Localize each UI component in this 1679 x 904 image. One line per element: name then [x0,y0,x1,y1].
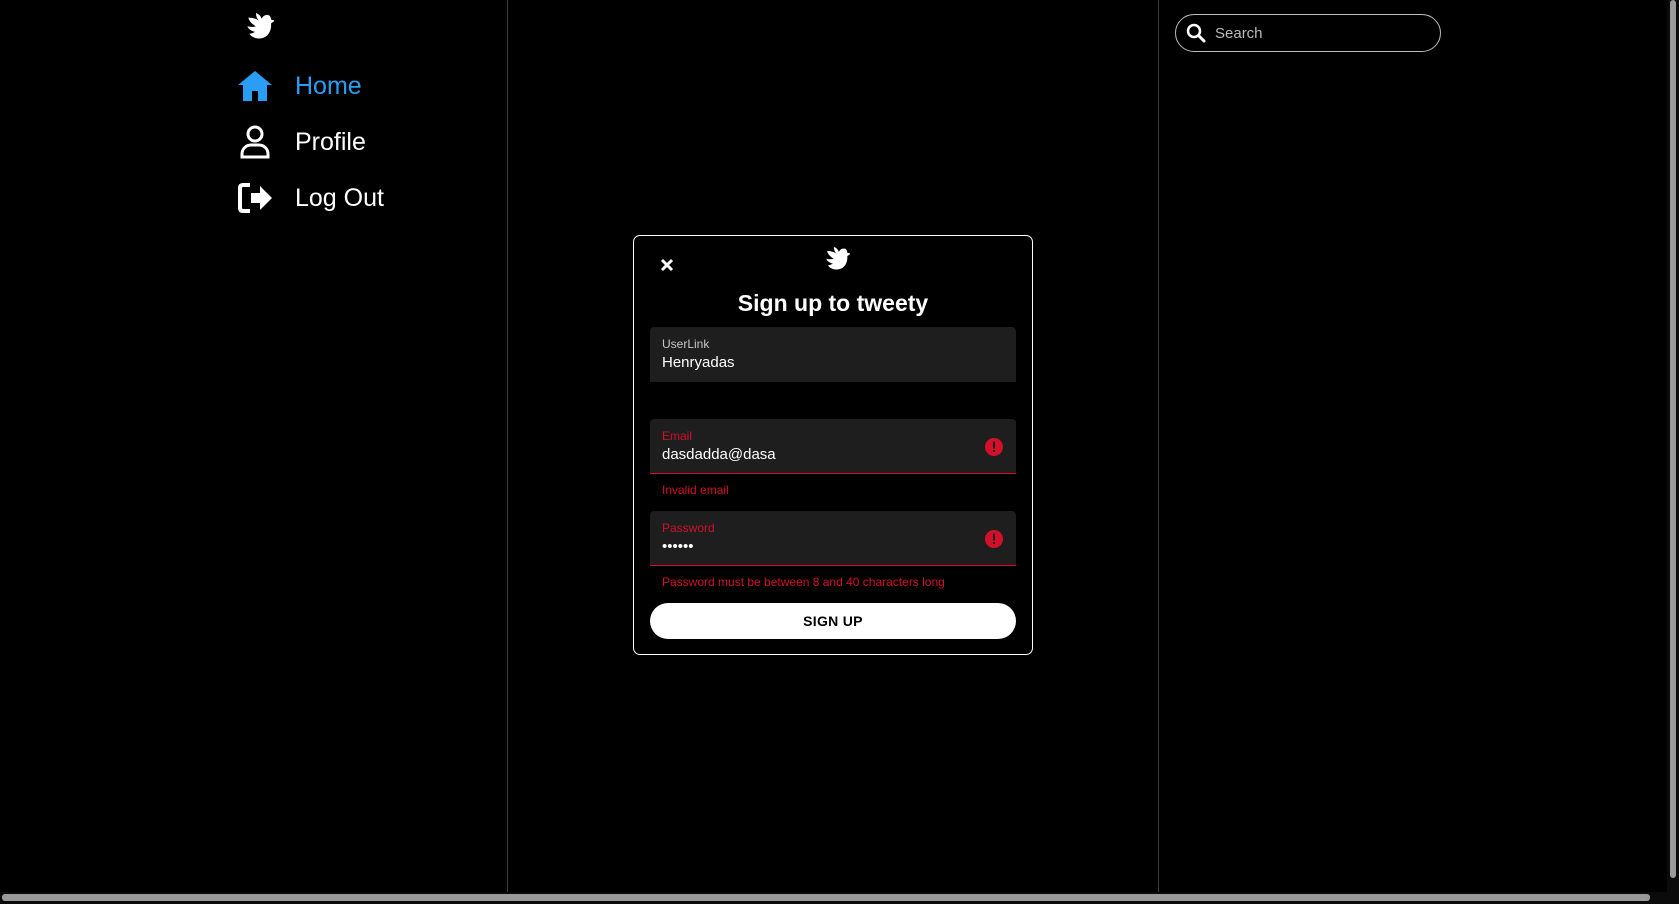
logout-icon [236,180,274,216]
signup-button[interactable]: SIGN UP [650,603,1016,639]
email-label: Email [662,429,693,443]
password-field[interactable]: Password [650,511,1016,566]
search-icon [1186,23,1206,43]
email-input[interactable] [662,446,962,463]
column-divider [507,0,508,892]
dove-icon [816,246,851,278]
sidebar: Home Profile Log Out [0,0,507,892]
app-page: Home Profile Log Out Search Sign up to t… [0,0,1679,904]
error-icon [985,438,1003,456]
vertical-scrollbar-thumb[interactable] [1670,0,1676,878]
password-label: Password [662,521,715,535]
email-field[interactable]: Email [650,419,1016,474]
horizontal-scrollbar-thumb[interactable] [2,894,1650,901]
home-icon [236,68,274,104]
user-icon [236,124,274,160]
email-error-text: Invalid email [662,483,729,497]
sidebar-item-label: Home [295,71,362,100]
userlink-input[interactable] [662,354,962,371]
sidebar-item-profile[interactable]: Profile [236,122,366,162]
modal-title: Sign up to tweety [737,290,929,316]
userlink-label: UserLink [662,337,710,351]
sidebar-item-label: Log Out [295,183,384,212]
search-box[interactable] [1175,14,1441,52]
search-input[interactable] [1213,23,1417,43]
sidebar-item-label: Profile [295,127,366,156]
userlink-field[interactable]: UserLink [650,327,1016,382]
sidebar-item-home[interactable]: Home [236,66,362,106]
column-divider [1158,0,1159,892]
dove-icon[interactable] [236,12,275,48]
password-error-text: Password must be between 8 and 40 charac… [662,575,945,589]
close-button[interactable] [656,254,678,276]
close-icon [660,258,674,272]
password-input[interactable] [662,538,962,555]
signup-modal: Sign up to tweety UserLink Email Invalid… [633,235,1033,655]
error-icon [985,530,1003,548]
sidebar-item-logout[interactable]: Log Out [236,178,384,218]
